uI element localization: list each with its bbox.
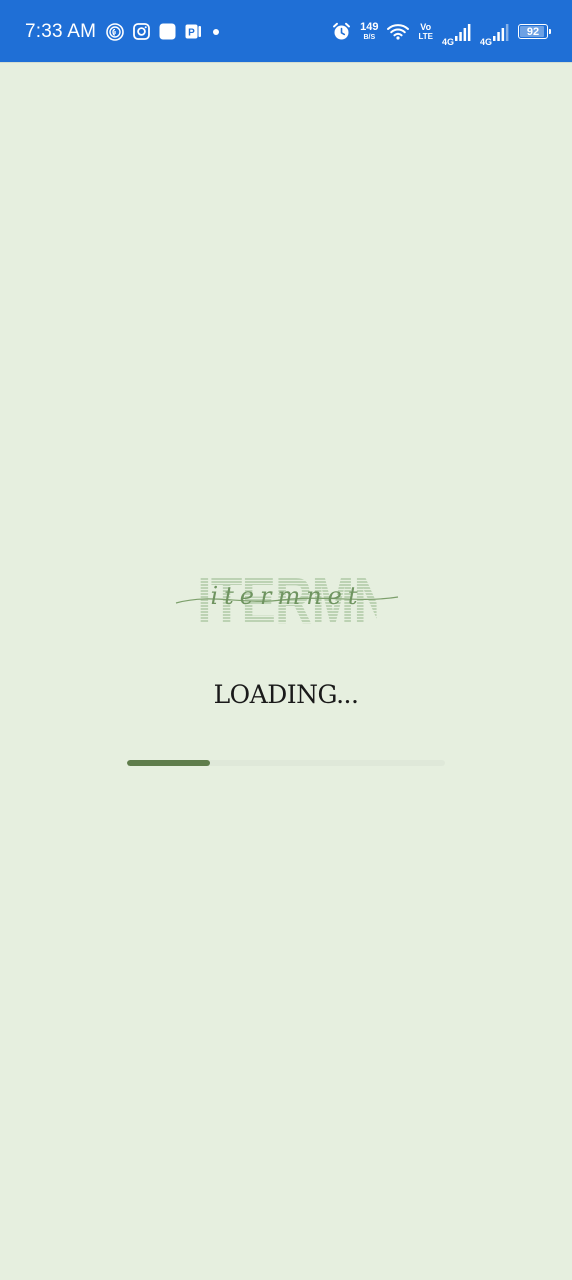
volte-indicator: Vo LTE bbox=[418, 21, 433, 41]
battery-percent: 92 bbox=[526, 25, 540, 38]
volte-bottom-label: LTE bbox=[418, 31, 433, 41]
network-speed-unit: B/S bbox=[363, 34, 376, 41]
network-speed: 149 B/S bbox=[360, 21, 379, 42]
status-left: 7:33 AM P bbox=[25, 0, 230, 63]
wifi-icon bbox=[387, 23, 410, 40]
loading-label: LOADING... bbox=[213, 680, 359, 709]
status-time: 7:33 AM bbox=[25, 20, 97, 42]
loading-progress-bar bbox=[127, 760, 445, 766]
battery-indicator: 92 bbox=[518, 24, 551, 39]
status-bar: 7:33 AM P 149 B/S Vo LTE 4G 4G 92 bbox=[0, 0, 572, 63]
app-logo: ITERMNET itermnet bbox=[172, 563, 455, 637]
cell-signal-icon bbox=[493, 23, 509, 41]
cell-signal-icon bbox=[454, 23, 471, 41]
alarm-icon bbox=[332, 22, 351, 41]
sim1-network-label: 4G bbox=[441, 36, 454, 47]
sim2-signal: 4G bbox=[480, 17, 509, 47]
sim1-signal: 4G bbox=[442, 17, 471, 47]
status-right: 149 B/S Vo LTE 4G 4G 92 bbox=[323, 0, 551, 63]
network-speed-value: 149 bbox=[360, 21, 379, 33]
fingerprint-icon bbox=[106, 22, 124, 41]
volte-top-label: Vo bbox=[420, 21, 432, 32]
logo-script-text: itermnet bbox=[210, 582, 364, 610]
loading-progress-fill bbox=[127, 760, 210, 766]
svg-text:P: P bbox=[188, 28, 195, 39]
instagram-icon bbox=[133, 23, 151, 40]
notification-dot-icon bbox=[211, 27, 221, 37]
battery-icon: 92 bbox=[518, 24, 551, 39]
app-square-icon bbox=[159, 23, 176, 40]
sim2-network-label: 4G bbox=[479, 36, 492, 47]
parking-app-icon: P bbox=[185, 23, 202, 40]
